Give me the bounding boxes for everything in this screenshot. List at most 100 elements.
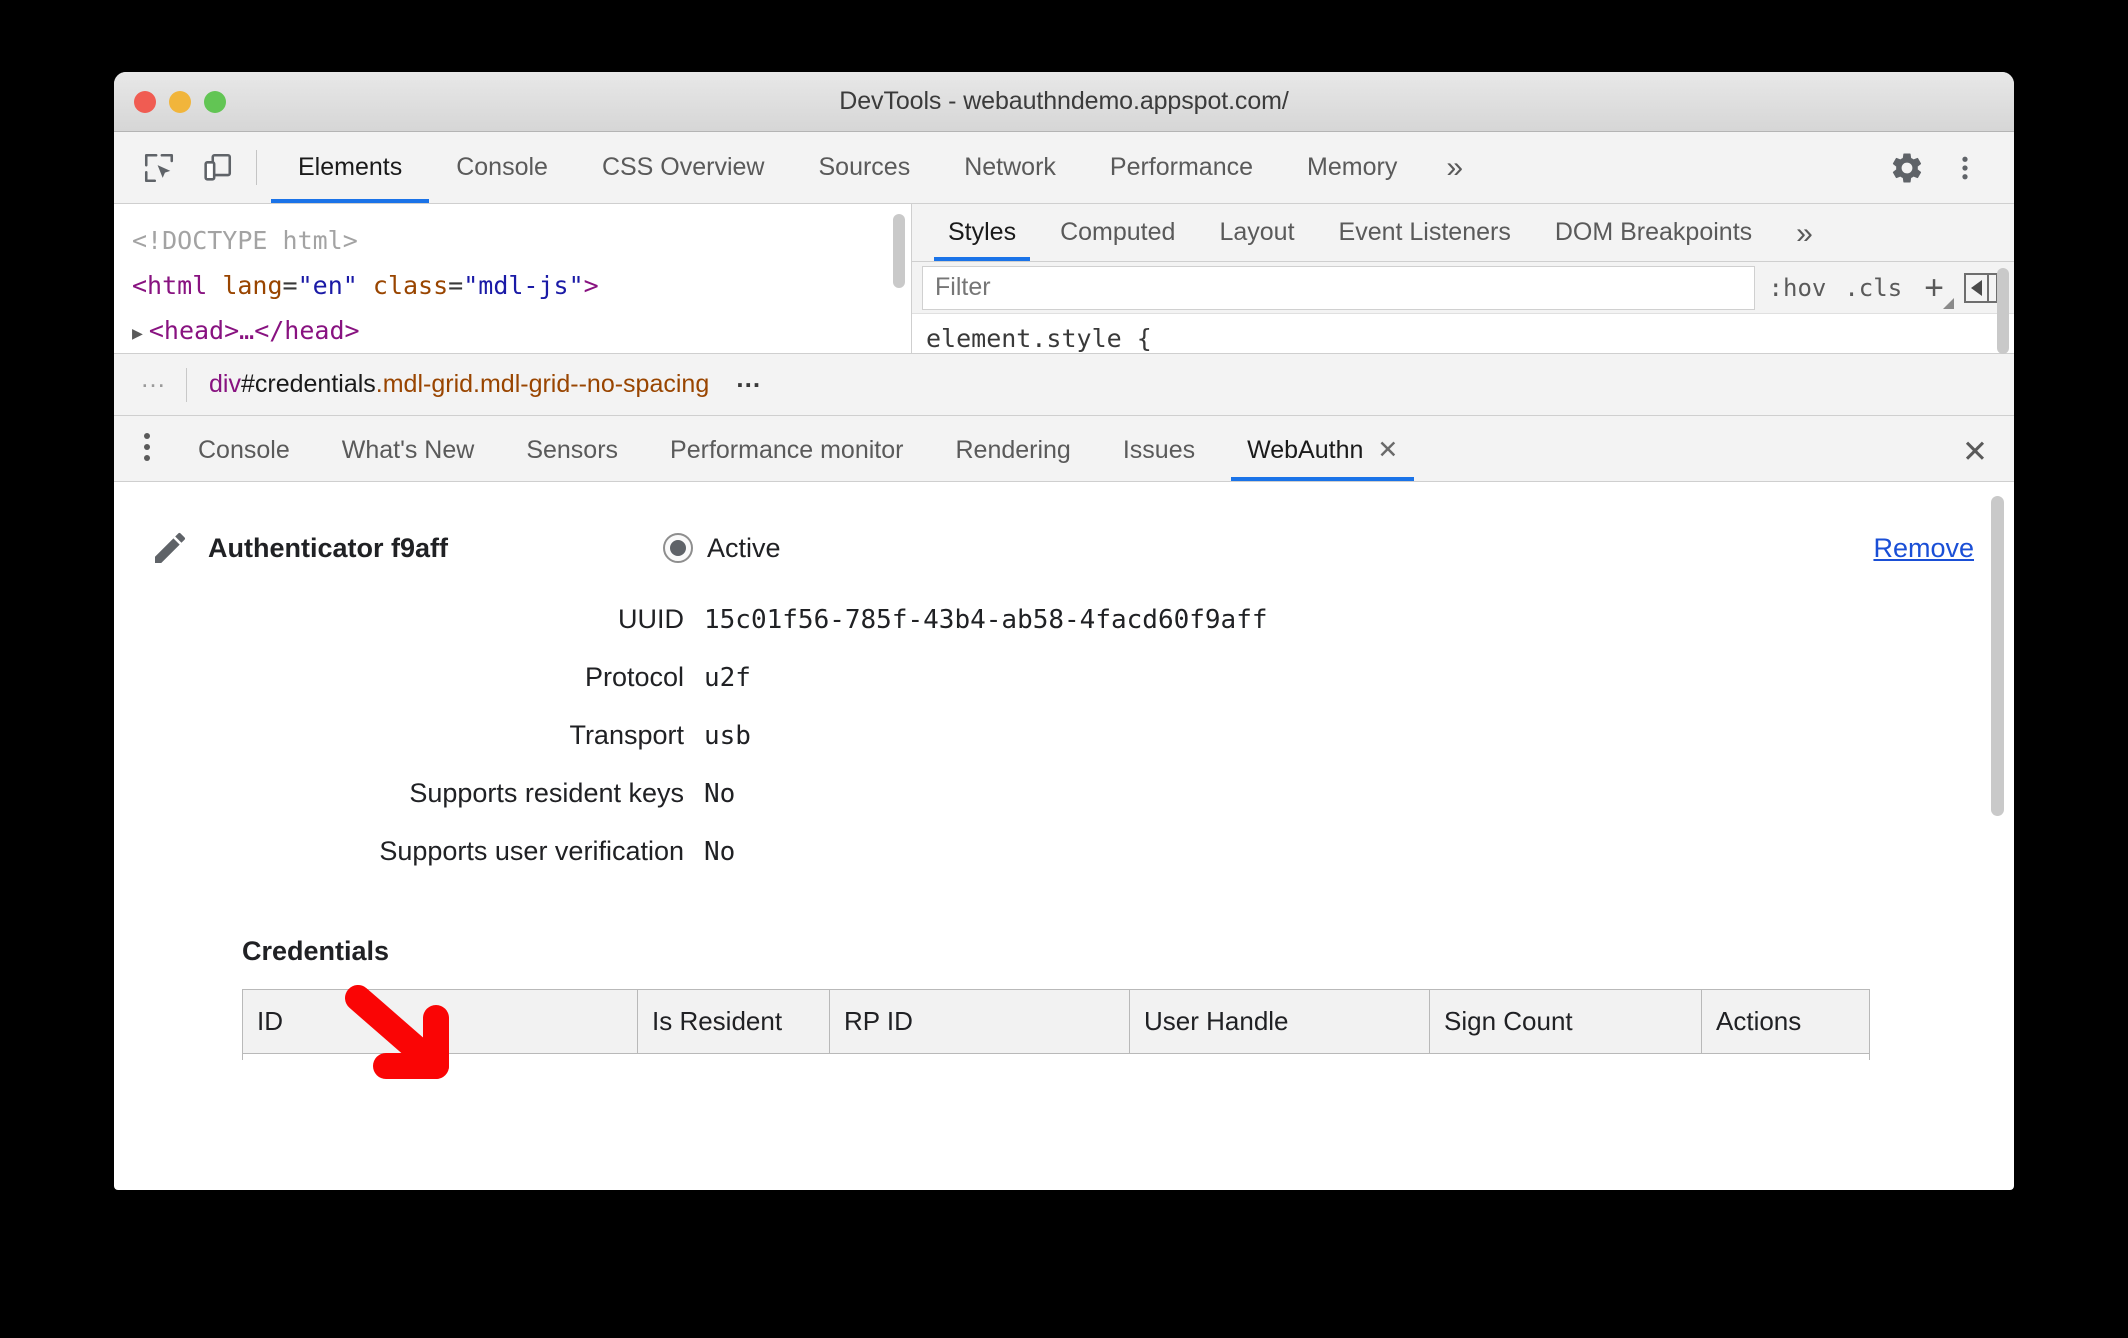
styles-rules-body[interactable]: element.style { xyxy=(912,313,2014,353)
styles-pane-scrollbar[interactable] xyxy=(1997,268,2009,354)
close-window-button[interactable] xyxy=(134,90,156,113)
tab-sources[interactable]: Sources xyxy=(792,132,938,203)
drawer-tab-sensors-label: Sensors xyxy=(526,436,619,464)
traffic-light-controls xyxy=(134,90,226,113)
html-tag-close: > xyxy=(583,271,599,300)
tab-css-overview-label: CSS Overview xyxy=(601,153,765,181)
property-value-resident-keys: No xyxy=(704,779,736,809)
dom-line-doctype[interactable]: <!DOCTYPE html> xyxy=(132,218,911,263)
breadcrumb-item-div-credentials[interactable]: div#credentials.mdl-grid.mdl-grid--no-sp… xyxy=(209,370,709,399)
filter-input[interactable] xyxy=(922,265,1755,310)
window-title: DevTools - webauthndemo.appspot.com/ xyxy=(839,87,1289,115)
tab-computed-label: Computed xyxy=(1060,218,1176,247)
property-value-protocol: u2f xyxy=(704,663,751,693)
window-titlebar: DevTools - webauthndemo.appspot.com/ xyxy=(114,72,2014,132)
property-value-uuid: 15c01f56-785f-43b4-ab58-4facd60f9aff xyxy=(704,605,1268,635)
maximize-window-button[interactable] xyxy=(204,90,226,113)
breadcrumb-overflow-left[interactable]: … xyxy=(132,363,186,406)
drawer-tab-whats-new[interactable]: What's New xyxy=(316,436,501,481)
table-header-row: ID Is Resident RP ID User Handle Sign Co… xyxy=(242,989,1870,1054)
minimize-window-button[interactable] xyxy=(169,90,191,113)
column-header-id[interactable]: ID xyxy=(242,989,638,1054)
doctype-text: <!DOCTYPE html> xyxy=(132,226,358,255)
authenticator-properties: UUID 15c01f56-785f-43b4-ab58-4facd60f9af… xyxy=(114,604,2014,894)
tab-performance-label: Performance xyxy=(1109,153,1254,181)
property-row-uuid: UUID 15c01f56-785f-43b4-ab58-4facd60f9af… xyxy=(114,604,2014,662)
breadcrumb-divider xyxy=(186,367,187,402)
authenticator-state-radio[interactable]: Active xyxy=(663,533,781,564)
toolbar-right-group xyxy=(1845,132,2014,203)
html-attr-lang: lang xyxy=(222,271,283,300)
computed-sidebar-toggle-icon[interactable] xyxy=(1964,272,1998,303)
gear-icon[interactable] xyxy=(1878,150,1936,186)
devtools-main-toolbar: Elements Console CSS Overview Sources Ne… xyxy=(114,132,2014,204)
dom-line-head[interactable]: ▶ <head>…</head> xyxy=(132,308,911,353)
more-panels-chevron-icon[interactable]: » xyxy=(1424,132,1485,203)
webauthn-panel-scrollbar[interactable] xyxy=(1991,496,2004,816)
property-value-transport: usb xyxy=(704,721,751,751)
pencil-icon[interactable] xyxy=(150,528,194,568)
webauthn-panel: Authenticator f9aff Active Remove UUID 1… xyxy=(114,482,2014,1060)
active-radio-button[interactable] xyxy=(663,533,693,563)
html-attr-class-value: "mdl-js" xyxy=(463,271,584,300)
dom-tree-pane[interactable]: <!DOCTYPE html> <html lang="en" class="m… xyxy=(114,204,912,353)
column-header-actions[interactable]: Actions xyxy=(1701,989,1870,1054)
drawer-tab-list: Console What's New Sensors Performance m… xyxy=(114,416,2014,482)
inspect-element-icon[interactable] xyxy=(130,132,188,203)
column-header-user-handle[interactable]: User Handle xyxy=(1129,989,1430,1054)
drawer-tab-issues[interactable]: Issues xyxy=(1097,436,1221,481)
tab-css-overview[interactable]: CSS Overview xyxy=(575,132,792,203)
column-header-rp-id[interactable]: RP ID xyxy=(829,989,1130,1054)
tab-event-listeners-label: Event Listeners xyxy=(1338,218,1511,247)
drawer-tab-sensors[interactable]: Sensors xyxy=(500,436,644,481)
dom-tree-scrollbar[interactable] xyxy=(893,214,905,288)
drawer-tab-webauthn[interactable]: WebAuthn ✕ xyxy=(1221,435,1424,481)
tab-dom-breakpoints[interactable]: DOM Breakpoints xyxy=(1533,218,1774,261)
drawer-tab-console[interactable]: Console xyxy=(172,436,316,481)
sidebar-toggle-left xyxy=(1966,279,1987,296)
tab-elements[interactable]: Elements xyxy=(271,132,430,203)
new-style-rule-button[interactable]: + xyxy=(1916,271,1954,309)
hov-toggle-button[interactable]: :hov xyxy=(1765,274,1831,302)
devtools-window: DevTools - webauthndemo.appspot.com/ Ele… xyxy=(114,72,2014,1190)
kebab-menu-icon[interactable] xyxy=(1936,150,1994,186)
authenticator-title: Authenticator f9aff xyxy=(208,532,449,563)
property-row-resident-keys: Supports resident keys No xyxy=(114,778,2014,836)
column-header-sign-count[interactable]: Sign Count xyxy=(1429,989,1702,1054)
expand-triangle-icon[interactable]: ▶ xyxy=(132,311,143,353)
property-row-protocol: Protocol u2f xyxy=(114,662,2014,720)
drawer-tab-performance-monitor[interactable]: Performance monitor xyxy=(644,436,929,481)
html-attr-lang-value: "en" xyxy=(297,271,358,300)
dom-line-html[interactable]: <html lang="en" class="mdl-js"> xyxy=(132,263,911,308)
column-header-is-resident[interactable]: Is Resident xyxy=(637,989,830,1054)
breadcrumb-classes: .mdl-grid.mdl-grid--no-spacing xyxy=(375,370,710,398)
styles-more-chevron-icon[interactable]: » xyxy=(1774,217,1835,261)
tab-computed[interactable]: Computed xyxy=(1038,218,1197,261)
cls-toggle-button[interactable]: .cls xyxy=(1840,274,1906,302)
drawer-tab-rendering[interactable]: Rendering xyxy=(929,436,1096,481)
tab-memory[interactable]: Memory xyxy=(1280,132,1424,203)
tab-network-label: Network xyxy=(964,153,1056,181)
tab-performance[interactable]: Performance xyxy=(1083,132,1280,203)
breadcrumb-overflow-right[interactable]: … xyxy=(709,363,773,406)
tab-network[interactable]: Network xyxy=(937,132,1083,203)
authenticator-header: Authenticator f9aff Active Remove xyxy=(114,518,2014,578)
tab-console-label: Console xyxy=(456,153,548,181)
drawer-more-tools-icon[interactable] xyxy=(130,433,172,481)
tab-event-listeners[interactable]: Event Listeners xyxy=(1317,218,1533,261)
close-drawer-icon[interactable]: ✕ xyxy=(1962,436,1988,467)
drawer-tab-webauthn-label: WebAuthn xyxy=(1247,435,1364,464)
tab-styles[interactable]: Styles xyxy=(926,218,1038,262)
close-webauthn-tab-icon[interactable]: ✕ xyxy=(1377,435,1398,465)
panel-tab-list: Elements Console CSS Overview Sources Ne… xyxy=(271,132,1845,203)
tab-memory-label: Memory xyxy=(1307,153,1398,181)
remove-authenticator-link[interactable]: Remove xyxy=(1873,533,1974,564)
element-style-rule[interactable]: element.style { xyxy=(926,324,2014,353)
sidebar-toggle-right xyxy=(1987,274,1996,301)
table-empty-row: No credentials. Try calling navigator.cr… xyxy=(243,1054,1870,1061)
tab-layout[interactable]: Layout xyxy=(1197,218,1316,261)
tab-console[interactable]: Console xyxy=(429,132,575,203)
credentials-heading: Credentials xyxy=(242,936,390,966)
credentials-table: ID Is Resident RP ID User Handle Sign Co… xyxy=(242,989,1870,1060)
device-toolbar-icon[interactable] xyxy=(188,132,246,203)
